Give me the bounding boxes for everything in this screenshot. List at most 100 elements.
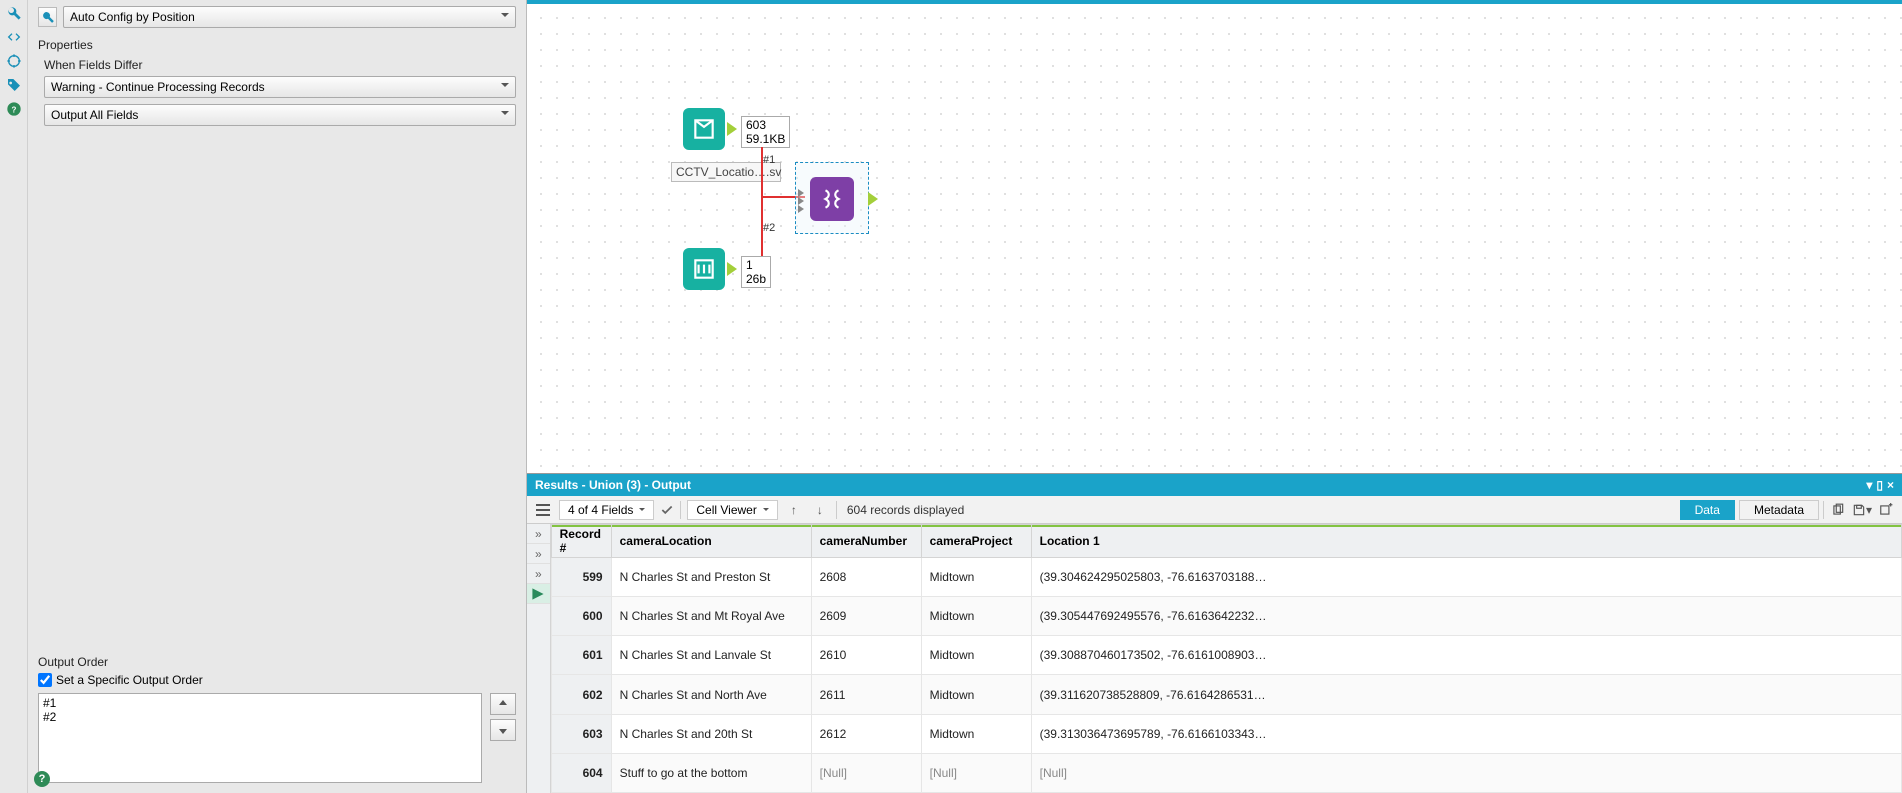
fields-dropdown[interactable]: 4 of 4 Fields (559, 500, 654, 520)
cell-coord: (39.305447692495576, -76.6163642232… (1031, 597, 1901, 636)
anchor-in-icon[interactable]: » (527, 524, 550, 544)
output-order-list[interactable]: #1 #2 (38, 693, 482, 783)
input2-size: 26b (746, 272, 766, 286)
results-toolbar: 4 of 4 Fields Cell Viewer ↑ ↓ 604 record… (527, 496, 1902, 524)
xml-tab-icon[interactable] (5, 28, 23, 46)
input1-out-anchor[interactable] (727, 122, 737, 136)
data-tab[interactable]: Data (1680, 500, 1735, 520)
record-count: 604 records displayed (843, 503, 968, 517)
results-close-icon[interactable]: × (1887, 478, 1894, 492)
anchor-in-icon[interactable]: » (527, 564, 550, 584)
viewer-label: Cell Viewer (696, 503, 756, 517)
workflow-canvas[interactable]: 603 59.1KB CCTV_Locatio….sv #1 1 26b #2 (527, 0, 1902, 473)
table-row[interactable]: 599N Charles St and Preston St2608Midtow… (551, 558, 1901, 597)
config-mode-select[interactable]: Auto Config by Position (63, 6, 516, 28)
table-row[interactable]: 600N Charles St and Mt Royal Ave2609Midt… (551, 597, 1901, 636)
table-row[interactable]: 602N Charles St and North Ave2611Midtown… (551, 675, 1901, 714)
copy-icon[interactable] (1828, 501, 1848, 519)
row-toggle-icon[interactable] (533, 501, 553, 519)
output-fields-select[interactable]: Output All Fields (44, 104, 516, 126)
cell-record: 601 (551, 636, 611, 675)
table-row[interactable]: 603N Charles St and 20th St2612Midtown(3… (551, 714, 1901, 753)
cell-num: 2608 (811, 558, 921, 597)
order-item[interactable]: #1 (43, 696, 477, 710)
sort-desc-icon[interactable]: ↓ (810, 501, 830, 519)
cell-coord: (39.304624295025803, -76.6163703188… (1031, 558, 1901, 597)
panel-help-icon[interactable]: ? (34, 771, 50, 787)
input2-out-anchor[interactable] (727, 262, 737, 276)
table-row[interactable]: 601N Charles St and Lanvale St2610Midtow… (551, 636, 1901, 675)
cell-proj: Midtown (921, 675, 1031, 714)
results-menu-icon[interactable]: ▾ (1866, 478, 1872, 492)
properties-title: Properties (38, 38, 516, 52)
results-panel: Results - Union (3) - Output ▾ ▯ × 4 of … (527, 473, 1902, 793)
input1-size: 59.1KB (746, 132, 785, 146)
col-location1: Location 1 (1031, 525, 1901, 558)
col-cameraNumber: cameraNumber (811, 525, 921, 558)
new-window-icon[interactable] (1876, 501, 1896, 519)
config-tab-rail: ? (0, 0, 28, 793)
cell-viewer-dropdown[interactable]: Cell Viewer (687, 500, 777, 520)
results-header[interactable]: Results - Union (3) - Output ▾ ▯ × (527, 474, 1902, 496)
sort-asc-icon[interactable]: ↑ (784, 501, 804, 519)
cell-num: 2611 (811, 675, 921, 714)
cell-loc: Stuff to go at the bottom (611, 753, 811, 792)
results-title: Results - Union (3) - Output (535, 478, 691, 492)
output-order-title: Output Order (38, 655, 516, 669)
cell-loc: N Charles St and Mt Royal Ave (611, 597, 811, 636)
set-order-checkbox[interactable] (38, 673, 52, 687)
input-tool-1[interactable] (683, 108, 725, 150)
order-item[interactable]: #2 (43, 710, 477, 724)
cell-record: 604 (551, 753, 611, 792)
cell-num: [Null] (811, 753, 921, 792)
cell-proj: [Null] (921, 753, 1031, 792)
cell-record: 602 (551, 675, 611, 714)
cell-num: 2609 (811, 597, 921, 636)
input2-rows: 1 (746, 258, 766, 272)
union-in-anchors[interactable] (798, 189, 806, 209)
anchor-in-icon[interactable]: » (527, 544, 550, 564)
cell-proj: Midtown (921, 714, 1031, 753)
set-order-label: Set a Specific Output Order (56, 673, 203, 687)
cell-loc: N Charles St and Lanvale St (611, 636, 811, 675)
cell-coord: [Null] (1031, 753, 1901, 792)
input2-info-tag: 1 26b (741, 256, 771, 288)
wrench-tab-icon[interactable] (5, 4, 23, 22)
conn-label-2: #2 (763, 222, 775, 234)
tag-tab-icon[interactable] (5, 76, 23, 94)
cell-num: 2610 (811, 636, 921, 675)
metadata-tab[interactable]: Metadata (1739, 500, 1819, 520)
config-mode-value: Auto Config by Position (70, 10, 195, 24)
col-cameraProject: cameraProject (921, 525, 1031, 558)
cell-record: 600 (551, 597, 611, 636)
save-icon[interactable]: ▾ (1852, 501, 1872, 519)
anchor-out-icon[interactable] (527, 584, 550, 604)
cell-num: 2612 (811, 714, 921, 753)
results-pin-icon[interactable]: ▯ (1876, 478, 1883, 492)
target-tab-icon[interactable] (5, 52, 23, 70)
results-table[interactable]: Record # cameraLocation cameraNumber cam… (551, 524, 1902, 793)
input1-info-tag: 603 59.1KB (741, 116, 790, 148)
cell-coord: (39.311620738528809, -76.6164286531… (1031, 675, 1901, 714)
when-differ-value: Warning - Continue Processing Records (51, 80, 265, 94)
input1-rows: 603 (746, 118, 785, 132)
cell-proj: Midtown (921, 597, 1031, 636)
order-down-button[interactable] (490, 719, 516, 741)
order-up-button[interactable] (490, 693, 516, 715)
union-tool-icon (810, 177, 854, 221)
input-tool-2[interactable] (683, 248, 725, 290)
cell-proj: Midtown (921, 558, 1031, 597)
output-fields-value: Output All Fields (51, 108, 138, 122)
cell-record: 599 (551, 558, 611, 597)
union-out-anchor[interactable] (868, 192, 878, 206)
col-record: Record # (551, 525, 611, 558)
cell-loc: N Charles St and 20th St (611, 714, 811, 753)
when-differ-select[interactable]: Warning - Continue Processing Records (44, 76, 516, 98)
table-row[interactable]: 604Stuff to go at the bottom[Null][Null]… (551, 753, 1901, 792)
union-tool-selected[interactable] (795, 162, 869, 234)
cell-loc: N Charles St and Preston St (611, 558, 811, 597)
wrench-icon (38, 7, 57, 27)
help-tab-icon[interactable]: ? (5, 100, 23, 118)
config-panel: Auto Config by Position Properties When … (28, 0, 526, 793)
cell-coord: (39.308870460173502, -76.6161008903… (1031, 636, 1901, 675)
